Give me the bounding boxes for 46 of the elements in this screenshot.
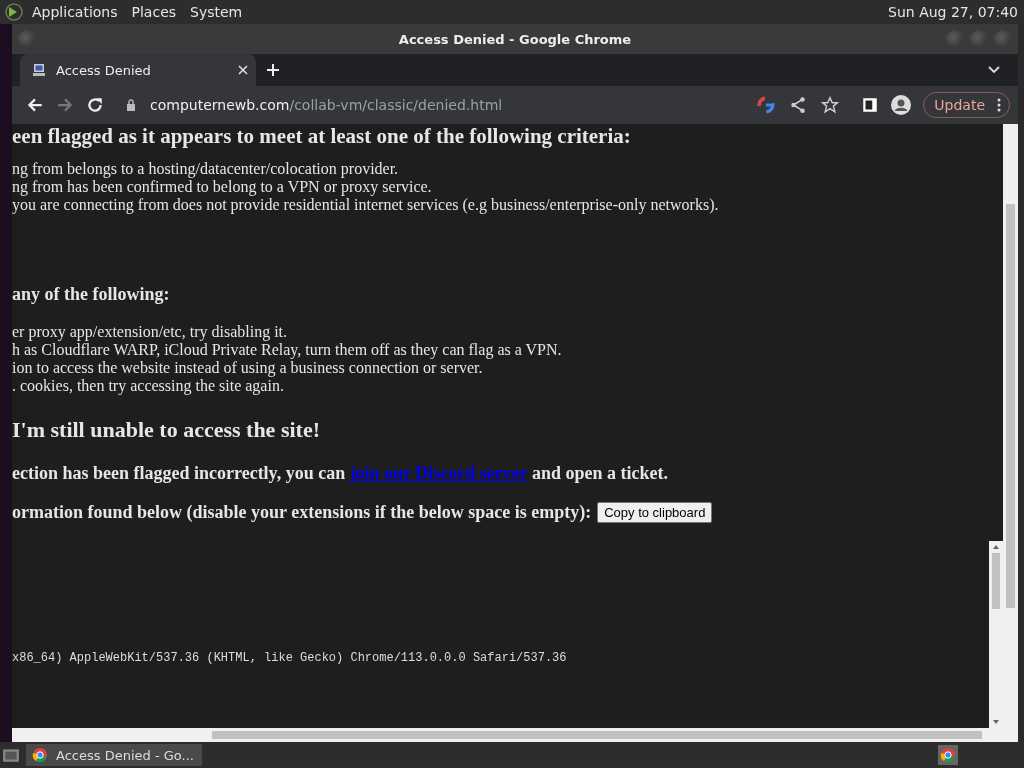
- scrollbar-thumb[interactable]: [992, 553, 1000, 609]
- share-icon[interactable]: [789, 96, 808, 114]
- list-item: . cookies, then try accessing the site again.: [12, 377, 285, 395]
- scrollbar-thumb[interactable]: [1006, 204, 1015, 608]
- list-item: ion to access the website instead of using a business connection or server.: [12, 359, 484, 377]
- computer-icon: [32, 63, 46, 77]
- panel-menu[interactable]: Places: [131, 4, 177, 20]
- scroll-down-icon[interactable]: [992, 719, 1000, 725]
- chrome-tray-icon[interactable]: [938, 745, 958, 765]
- list-item: you are connecting from does not provide residential internet services (e.g business/enterprise-only networks).: [12, 196, 720, 214]
- panel-menu[interactable]: Applications: [32, 4, 118, 20]
- lock-icon: [126, 99, 136, 111]
- window-title: Access Denied - Google Chrome: [398, 31, 632, 47]
- list-item: h as Cloudflare WARP, iCloud Private Relay, turn them off as they can flag as a VPN.: [12, 341, 563, 359]
- panel-menu[interactable]: System: [190, 4, 243, 20]
- clock[interactable]: Sun Aug 27, 07:40: [888, 4, 1018, 20]
- scroll-up-icon[interactable]: [992, 544, 1000, 550]
- info-textbox[interactable]: x86_64) AppleWebKit/537.36 (KHTML, like Gecko) Chrome/113.0.0.0 Safari/537.36: [12, 541, 1003, 728]
- ticket-paragraph: ection has been flagged incorrectly, you can join our Discord server and open a ticket.: [12, 463, 669, 484]
- browser-tab[interactable]: Access Denied: [20, 54, 256, 86]
- vertical-scrollbar[interactable]: [1003, 124, 1018, 742]
- more-icon[interactable]: [997, 98, 1001, 112]
- page-heading: I'm still unable to access the site!: [12, 417, 321, 443]
- list-item: er proxy app/extension/etc, try disabling it.: [12, 323, 289, 341]
- copy-button[interactable]: Copy to clipboard: [597, 502, 713, 523]
- show-desktop-icon[interactable]: [2, 746, 20, 764]
- scrollbar-thumb[interactable]: [212, 731, 982, 739]
- taskbar-task[interactable]: Access Denied - Go...: [26, 744, 202, 766]
- reload-icon[interactable]: [86, 96, 104, 114]
- tab-search-icon[interactable]: [988, 66, 1000, 74]
- close-tab-icon[interactable]: [238, 65, 248, 75]
- section-heading: een flagged as it appears to meet at least one of the following criteria:: [12, 124, 632, 148]
- bookmark-star-icon[interactable]: [821, 96, 840, 114]
- info-label: ormation found below (disable your extensions if the below space is empty):: [12, 502, 592, 523]
- new-tab-icon[interactable]: [266, 63, 280, 77]
- distro-logo-icon[interactable]: [4, 2, 24, 22]
- section-heading: any of the following:: [12, 284, 171, 305]
- horizontal-scrollbar[interactable]: [12, 728, 1003, 742]
- chrome-icon: [32, 747, 48, 763]
- back-icon[interactable]: [26, 96, 44, 114]
- list-item: ng from belongs to a hosting/datacenter/colocation provider.: [12, 160, 400, 178]
- user-agent-text: x86_64) AppleWebKit/537.36 (KHTML, like Gecko) Chrome/113.0.0.0 Safari/537.36: [12, 651, 567, 665]
- list-item: ng from has been confirmed to belong to a VPN or proxy service.: [12, 178, 433, 196]
- forward-icon[interactable]: [56, 96, 74, 114]
- side-panel-icon[interactable]: [861, 96, 880, 114]
- profile-avatar-icon[interactable]: [891, 95, 912, 115]
